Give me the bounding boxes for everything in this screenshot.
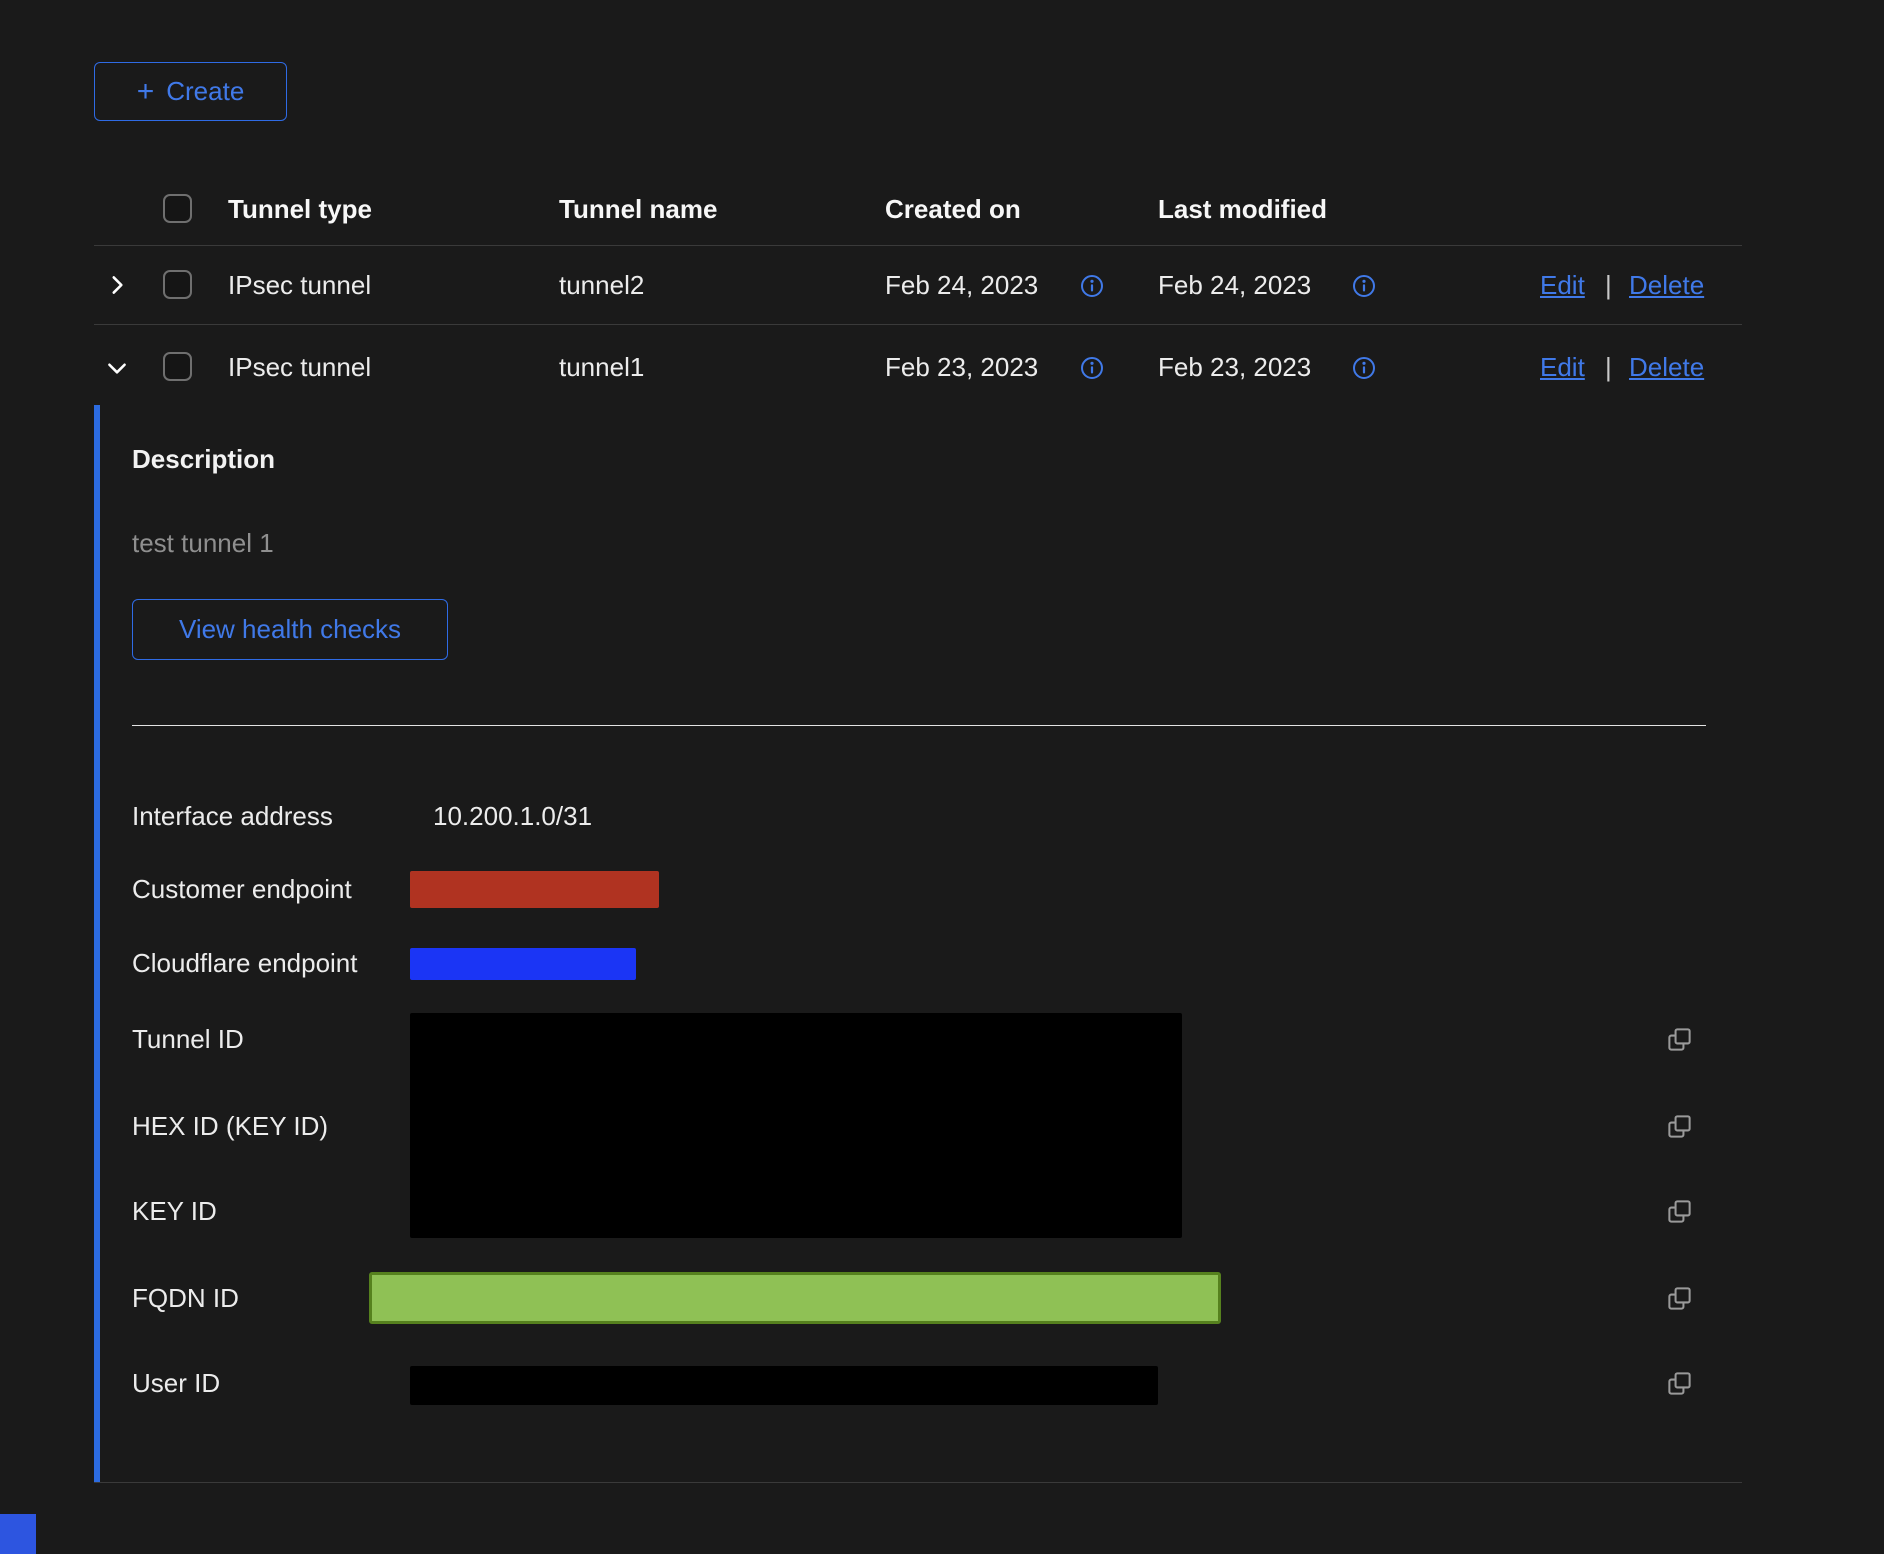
info-icon[interactable] [1080,274,1104,303]
copy-icon[interactable] [1666,1198,1693,1230]
copy-icon[interactable] [1666,1285,1693,1317]
tunnel-type-cell: IPsec tunnel [228,270,371,300]
cloudflare-endpoint-redacted-value [410,948,636,980]
fqdn-id-label: FQDN ID [132,1283,239,1313]
last-modified-cell: Feb 23, 2023 [1158,352,1311,382]
corner-accent-strip [0,1514,36,1554]
divider [94,1482,1742,1483]
divider [132,725,1706,726]
copy-icon[interactable] [1666,1113,1693,1145]
select-all-checkbox[interactable] [163,194,192,223]
tunnel-name-cell: tunnel1 [559,352,644,382]
divider [94,245,1742,246]
chevron-right-icon[interactable] [104,272,130,303]
header-tunnel-name: Tunnel name [559,194,717,224]
last-modified-cell: Feb 24, 2023 [1158,270,1311,300]
hex-id-label: HEX ID (KEY ID) [132,1111,328,1141]
tunnel-name-cell: tunnel2 [559,270,644,300]
action-separator: | [1605,270,1612,300]
view-health-checks-button[interactable]: View health checks [132,599,448,660]
action-separator: | [1605,352,1612,382]
tunnel-id-label: Tunnel ID [132,1024,244,1054]
customer-endpoint-redacted-value [410,871,659,908]
create-button-label: Create [166,76,244,107]
info-icon[interactable] [1352,274,1376,303]
create-button[interactable]: + Create [94,62,287,121]
interface-address-value: 10.200.1.0/31 [433,801,592,831]
cloudflare-endpoint-label: Cloudflare endpoint [132,948,358,978]
edit-link[interactable]: Edit [1540,352,1585,382]
plus-icon: + [137,79,155,105]
copy-icon[interactable] [1666,1370,1693,1402]
divider [94,324,1742,325]
header-tunnel-type: Tunnel type [228,194,372,224]
header-created-on: Created on [885,194,1021,224]
tunnels-page: + Create Tunnel type Tunnel name Created… [0,0,1884,1554]
user-id-redacted-value [410,1366,1158,1405]
view-health-checks-label: View health checks [179,614,401,645]
user-id-label: User ID [132,1368,220,1398]
fqdn-id-redacted-value [369,1272,1221,1324]
expanded-row-accent-bar [94,405,100,1482]
delete-link[interactable]: Delete [1629,270,1704,300]
customer-endpoint-label: Customer endpoint [132,874,352,904]
header-last-modified: Last modified [1158,194,1327,224]
interface-address-label: Interface address [132,801,333,831]
created-on-cell: Feb 23, 2023 [885,352,1038,382]
row-checkbox[interactable] [163,270,192,299]
delete-link[interactable]: Delete [1629,352,1704,382]
info-icon[interactable] [1352,356,1376,385]
info-icon[interactable] [1080,356,1104,385]
chevron-down-icon[interactable] [104,355,130,386]
row-checkbox[interactable] [163,352,192,381]
edit-link[interactable]: Edit [1540,270,1585,300]
created-on-cell: Feb 24, 2023 [885,270,1038,300]
tunnel-type-cell: IPsec tunnel [228,352,371,382]
ids-redacted-block [410,1013,1182,1238]
description-value: test tunnel 1 [132,528,274,558]
key-id-label: KEY ID [132,1196,217,1226]
copy-icon[interactable] [1666,1026,1693,1058]
description-label: Description [132,444,275,474]
